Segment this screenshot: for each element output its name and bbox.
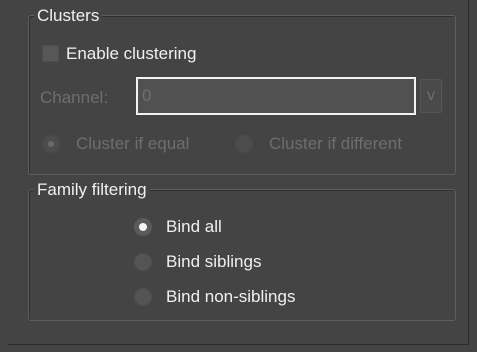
cluster-if-different-label[interactable]: Cluster if different xyxy=(269,133,402,155)
channel-input[interactable] xyxy=(136,77,416,115)
bind-siblings-label[interactable]: Bind siblings xyxy=(166,251,261,273)
bind-all-label[interactable]: Bind all xyxy=(166,216,222,238)
enable-clustering-label[interactable]: Enable clustering xyxy=(66,43,196,65)
bind-non-siblings-radio[interactable] xyxy=(134,288,152,306)
bind-siblings-radio[interactable] xyxy=(134,253,152,271)
bind-non-siblings-label[interactable]: Bind non-siblings xyxy=(166,286,295,308)
clusters-group-title: Clusters xyxy=(34,6,103,26)
family-filtering-group-title: Family filtering xyxy=(34,180,150,200)
enable-clustering-checkbox[interactable] xyxy=(42,45,59,62)
channel-label: Channel: xyxy=(40,88,109,107)
cluster-if-different-radio[interactable] xyxy=(235,135,253,153)
bind-all-radio[interactable] xyxy=(134,218,152,236)
channel-dropdown-button[interactable]: v xyxy=(420,79,442,113)
cluster-if-equal-radio[interactable] xyxy=(42,135,60,153)
cluster-if-equal-label[interactable]: Cluster if equal xyxy=(76,133,189,155)
